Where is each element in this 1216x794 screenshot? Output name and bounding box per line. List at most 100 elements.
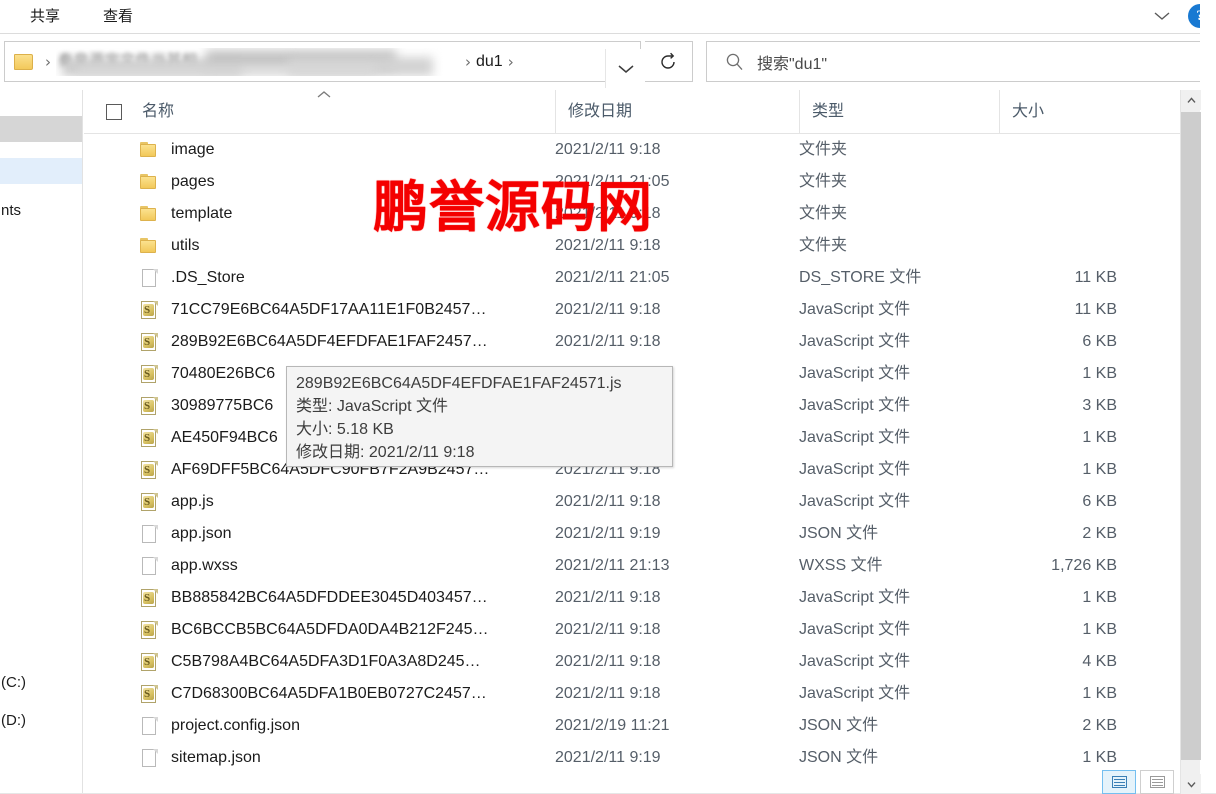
table-row[interactable]: project.config.json 2021/2/19 11:21 JSON 文… [84, 710, 1184, 742]
file-name-label: .DS_Store [171, 269, 245, 286]
file-date-cell: 2021/2/11 21:05 [555, 173, 670, 190]
file-date-cell: 2021/2/11 9:18 [555, 653, 661, 670]
vertical-scrollbar[interactable] [1180, 90, 1201, 794]
refresh-button[interactable] [645, 41, 693, 82]
address-bar[interactable]: › 秦皇源宝文件当其相 › du1 › [4, 41, 645, 88]
file-name-cell[interactable]: app.json [84, 518, 232, 550]
table-row[interactable]: pages 2021/2/11 21:05 文件夹 [84, 166, 1184, 198]
window-right-edge [1200, 0, 1216, 794]
file-name-cell[interactable]: S BC6BCCB5BC64A5DFDA0DA4B212F245… [84, 614, 488, 646]
file-name-label: sitemap.json [171, 749, 261, 766]
file-name-cell[interactable]: S 70480E26BC6 [84, 358, 275, 390]
file-name-label: C7D68300BC64A5DFA1B0EB0727C2457… [171, 685, 487, 702]
file-name-cell[interactable]: S C5B798A4BC64A5DFA3D1F0A3A8D245… [84, 646, 481, 678]
tooltip-type: 类型: JavaScript 文件 [296, 398, 449, 415]
column-header-size[interactable]: 大小 [999, 90, 1132, 133]
file-tooltip: 289B92E6BC64A5DF4EFDFAE1FAF24571.js 类型: … [286, 366, 673, 467]
table-row[interactable]: S 71CC79E6BC64A5DF17AA11E1F0B2457… 2021/2/… [84, 294, 1184, 326]
nav-pane-item-blurred[interactable] [0, 116, 82, 142]
table-row[interactable]: S BC6BCCB5BC64A5DFDA0DA4B212F245… 2021/2/1… [84, 614, 1184, 646]
file-name-label: utils [171, 237, 200, 254]
file-name-cell[interactable]: template [84, 198, 232, 230]
table-row[interactable]: S C7D68300BC64A5DFA1B0EB0727C2457… 2021/2/… [84, 678, 1184, 710]
javascript-file-icon: S [139, 428, 159, 448]
file-name-cell[interactable]: project.config.json [84, 710, 300, 742]
file-name-cell[interactable]: utils [84, 230, 199, 262]
table-row[interactable]: sitemap.json 2021/2/11 9:19 JSON 文件 1 KB [84, 742, 1184, 774]
file-icon [139, 716, 159, 736]
file-name-label: pages [171, 173, 215, 190]
javascript-file-icon: S [139, 396, 159, 416]
file-name-cell[interactable]: S 71CC79E6BC64A5DF17AA11E1F0B2457… [84, 294, 486, 326]
file-size-cell: 1 KB [1082, 685, 1117, 702]
file-date-cell: 2021/2/11 9:18 [555, 333, 661, 350]
scroll-up-arrow-icon[interactable] [1181, 90, 1201, 110]
file-date-cell: 2021/2/11 9:18 [555, 301, 661, 318]
file-size-cell: 1 KB [1082, 461, 1117, 478]
file-date-cell: 2021/2/11 9:18 [555, 237, 661, 254]
file-name-cell[interactable]: S 289B92E6BC64A5DF4EFDFAE1FAF2457… [84, 326, 488, 358]
file-size-cell: 11 KB [1074, 269, 1117, 286]
large-icons-view-button[interactable] [1140, 770, 1174, 794]
file-name-cell[interactable]: image [84, 134, 215, 166]
search-input[interactable]: 搜索"du1" [757, 50, 827, 74]
breadcrumb-redacted-path[interactable]: 秦皇源宝文件当其相 [56, 48, 460, 76]
file-name-cell[interactable]: S 30989775BC6 [84, 390, 273, 422]
file-name-cell[interactable]: app.wxss [84, 550, 238, 582]
table-row[interactable]: template 2021/2/11 9:18 文件夹 [84, 198, 1184, 230]
table-row[interactable]: S C5B798A4BC64A5DFA3D1F0A3A8D245… 2021/2/1… [84, 646, 1184, 678]
table-row[interactable]: app.json 2021/2/11 9:19 JSON 文件 2 KB [84, 518, 1184, 550]
file-name-cell[interactable]: .DS_Store [84, 262, 245, 294]
file-date-cell: 2021/2/19 11:21 [555, 717, 670, 734]
file-name-label: BB885842BC64A5DFDDEE3045D403457… [171, 589, 488, 606]
breadcrumb-separator[interactable]: › [503, 53, 519, 71]
file-icon [139, 748, 159, 768]
file-icon [139, 524, 159, 544]
file-name-cell[interactable]: pages [84, 166, 215, 198]
file-name-cell[interactable]: S C7D68300BC64A5DFA1B0EB0727C2457… [84, 678, 487, 710]
file-type-cell: JavaScript 文件 [799, 461, 911, 478]
file-date-cell: 2021/2/11 21:05 [555, 269, 670, 286]
javascript-file-icon: S [139, 492, 159, 512]
column-header-name[interactable]: 名称 [130, 90, 555, 133]
file-name-cell[interactable]: sitemap.json [84, 742, 261, 774]
navigation-bar: › 秦皇源宝文件当其相 › du1 › [0, 35, 1216, 89]
table-row[interactable]: .DS_Store 2021/2/11 21:05 DS_STORE 文件 11 KB [84, 262, 1184, 294]
column-header-date[interactable]: 修改日期 [555, 90, 799, 133]
search-box[interactable]: 搜索"du1" [706, 41, 1212, 82]
address-dropdown-icon[interactable] [605, 49, 645, 88]
file-name-cell[interactable]: S AE450F94BC6 [84, 422, 278, 454]
file-size-cell: 4 KB [1082, 653, 1117, 670]
scroll-down-arrow-icon[interactable] [1181, 774, 1201, 794]
file-type-cell: JSON 文件 [799, 717, 879, 734]
nav-pane-item-documents[interactable]: nts [0, 198, 82, 224]
file-date-cell: 2021/2/11 9:18 [555, 621, 661, 638]
select-all-checkbox[interactable] [106, 104, 122, 120]
file-icon [139, 268, 159, 288]
file-type-cell: JSON 文件 [799, 749, 879, 766]
file-name-cell[interactable]: S BB885842BC64A5DFDDEE3045D403457… [84, 582, 488, 614]
table-row[interactable]: image 2021/2/11 9:18 文件夹 [84, 134, 1184, 166]
scrollbar-thumb[interactable] [1181, 112, 1201, 760]
table-row[interactable]: app.wxss 2021/2/11 21:13 WXSS 文件 1,726 KB [84, 550, 1184, 582]
table-row[interactable]: Sapp.js 2021/2/11 9:18 JavaScript 文件 6 KB [84, 486, 1184, 518]
chevron-down-icon[interactable] [1148, 3, 1176, 29]
large-icons-view-icon [1149, 776, 1165, 788]
file-size-cell: 3 KB [1082, 397, 1117, 414]
nav-pane-item-drive-c[interactable]: (C:) [0, 670, 82, 696]
nav-pane-item-selected[interactable] [0, 158, 82, 184]
file-name-label: app.wxss [171, 557, 238, 574]
javascript-file-icon: S [139, 684, 159, 704]
table-row[interactable]: utils 2021/2/11 9:18 文件夹 [84, 230, 1184, 262]
file-name-cell[interactable]: Sapp.js [84, 486, 214, 518]
ribbon-tab-view[interactable]: 查看 [95, 4, 141, 30]
column-header-type[interactable]: 类型 [799, 90, 999, 133]
breadcrumb-current-folder[interactable]: du1 [476, 53, 503, 71]
table-row[interactable]: S BB885842BC64A5DFDDEE3045D403457… 2021/2/… [84, 582, 1184, 614]
nav-pane-item-drive-d[interactable]: (D:) [0, 708, 82, 734]
ribbon-tab-share[interactable]: 共享 [22, 4, 68, 30]
file-type-cell: JavaScript 文件 [799, 621, 911, 638]
file-date-cell: 2021/2/11 9:19 [555, 749, 661, 766]
table-row[interactable]: S 289B92E6BC64A5DF4EFDFAE1FAF2457… 2021/2/… [84, 326, 1184, 358]
details-view-button[interactable] [1102, 770, 1136, 794]
